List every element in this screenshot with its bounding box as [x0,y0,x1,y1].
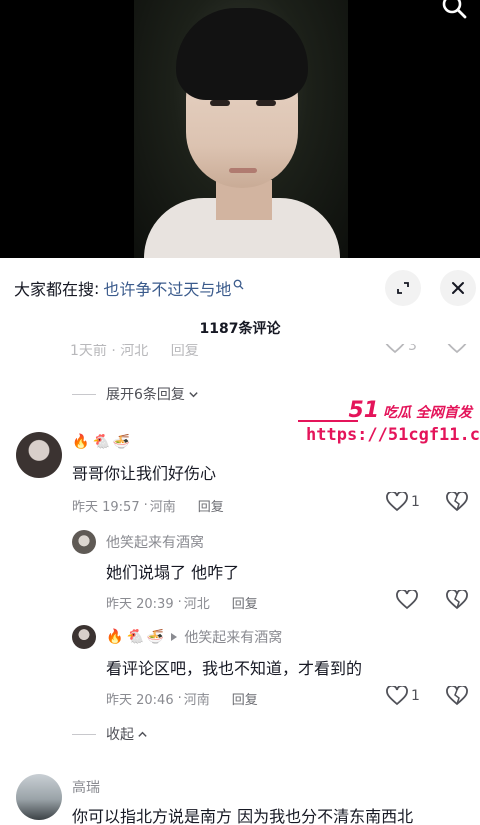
noodle-emoji: 🍜 [146,629,165,645]
chevron-down-icon [189,391,198,397]
meta-dot: · [177,595,182,610]
reply-time: 昨天 20:39 [106,597,174,612]
reply-button[interactable]: 回复 [232,593,258,612]
reply-location: 河南 [183,693,210,708]
fire-emoji: 🔥 [106,629,124,645]
clipped-comment-reply: 回复 [170,344,199,356]
user-name[interactable]: 他笑起来有酒窝 [106,532,204,552]
trending-search-query[interactable]: 也许争不过天与地 [103,276,231,300]
reply-text: 看评论区吧，我也不知道，才看到的 [106,659,363,678]
fire-emoji: 🔥 [72,434,90,450]
expand-arrows-icon [397,282,409,294]
like-button[interactable]: 1 [386,492,420,512]
heart-icon[interactable] [396,590,418,610]
search-icon[interactable] [440,0,468,22]
watermark-url: https://51cgf11.com [306,425,480,445]
like-button[interactable]: 1 [386,686,420,706]
watermark: 51 吃瓜 全网首发 https://51cgf11.com [298,398,480,445]
meta-dot: · [143,498,148,513]
expand-replies-button[interactable]: 展开6条回复 [72,384,199,404]
avatar[interactable] [72,625,96,649]
trending-search-label: 大家都在搜 [14,280,95,299]
search-icon [234,279,244,289]
heart-icon [386,492,408,512]
video-player[interactable] [0,0,480,258]
heart-icon [385,344,405,354]
clipped-comment-meta: 1天前 · 河北 回复 [70,344,199,356]
broken-heart-icon[interactable] [446,686,468,706]
close-icon [452,282,464,294]
video-person-eye [210,100,230,106]
comment-count-title: 1187条评论 [199,321,281,337]
reply-button[interactable]: 回复 [198,496,224,515]
comment-text: 你可以指北方说是南方 因为我也分不清东南西北 [72,807,414,825]
reply-arrow-icon [171,633,178,641]
reply-meta: 昨天 20:39 · 河北 回复 [106,593,258,612]
like-count: 1 [411,494,420,510]
broken-heart-icon[interactable] [446,590,468,610]
collapse-replies-button[interactable]: 收起 [72,724,148,744]
avatar[interactable] [16,774,62,820]
comments-sheet: 大家都在搜 : 也许争不过天与地 1187条评论 1天前 · 河北 回复 3 展… [0,258,480,825]
collapse-label: 收起 [106,727,134,743]
user-name[interactable]: 高瑞 [72,777,100,797]
avatar[interactable] [72,530,96,554]
divider-line [72,393,96,395]
reply-text: 她们说塌了 他咋了 [106,563,240,582]
video-frame [134,0,348,258]
trending-search-row[interactable]: 大家都在搜 : 也许争不过天与地 [14,276,244,300]
close-button[interactable] [440,270,476,306]
chicken-emoji: 🐔 [126,629,144,645]
like-count: 1 [411,688,420,704]
chicken-emoji: 🐔 [92,434,110,450]
video-person-eye [256,100,276,106]
chevron-up-icon [138,731,147,737]
expand-button[interactable] [385,270,421,306]
watermark-tagline: 吃瓜 全网首发 [383,405,472,421]
heart-icon [386,686,408,706]
clipped-like-button[interactable]: 3 [384,344,417,354]
trending-search-colon: : [94,278,100,298]
reply-user-row[interactable]: 🔥 🐔 🍜 他笑起来有酒窝 [106,627,282,647]
comment-location: 河南 [149,500,176,515]
comment-time: 昨天 19:57 [72,500,140,515]
watermark-underline [298,420,358,422]
avatar[interactable] [16,432,62,478]
video-person-mouth [229,168,257,173]
comment-meta: 昨天 19:57 · 河南 回复 [72,496,224,515]
broken-heart-icon[interactable] [446,492,468,512]
clipped-comment-time: 1天前 · 河北 [70,344,149,356]
clipped-like-count: 3 [408,344,417,354]
comment-text: 哥哥你让我们好伤心 [72,464,217,483]
meta-dot: · [177,691,182,706]
expand-replies-label: 展开6条回复 [106,387,185,403]
reply-meta: 昨天 20:46 · 河南 回复 [106,689,258,708]
reply-time: 昨天 20:46 [106,693,174,708]
noodle-emoji: 🍜 [112,434,131,450]
reply-location: 河北 [183,597,210,612]
reply-to-user[interactable]: 他笑起来有酒窝 [184,627,282,647]
reply-button[interactable]: 回复 [232,689,258,708]
user-emoji-name[interactable]: 🔥 🐔 🍜 [72,434,130,450]
video-person-hair [176,8,308,100]
divider-line [72,733,96,735]
